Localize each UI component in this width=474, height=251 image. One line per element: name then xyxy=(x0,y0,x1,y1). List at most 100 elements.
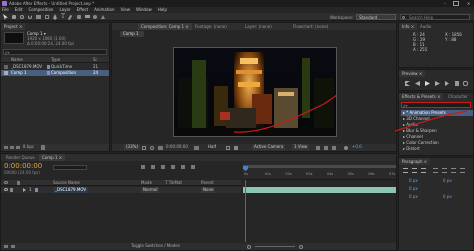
graph-editor-icon[interactable] xyxy=(191,165,195,169)
indent-first-line-field[interactable]: 0 px xyxy=(409,186,418,192)
selection-tool-icon[interactable] xyxy=(3,14,8,20)
tab-effects-presets[interactable]: Effects & Presets × xyxy=(399,93,444,100)
timeline-toggle-icon[interactable] xyxy=(324,146,328,150)
eraser-tool-icon[interactable] xyxy=(85,15,90,18)
tab-preview[interactable]: Preview × xyxy=(399,70,426,77)
zoom-out-icon[interactable] xyxy=(247,245,251,249)
loop-icon[interactable] xyxy=(463,81,468,86)
justify-all-icon[interactable] xyxy=(460,168,465,173)
col-name[interactable]: Name xyxy=(11,57,23,63)
pan-behind-tool-icon[interactable] xyxy=(45,15,49,19)
clone-tool-icon[interactable] xyxy=(77,15,81,19)
views-dropdown[interactable]: 1 View xyxy=(292,144,310,150)
composition-viewer[interactable] xyxy=(173,47,337,137)
tab-character[interactable]: Character xyxy=(445,93,471,100)
layer-parent-dropdown[interactable]: None xyxy=(201,187,216,193)
rotate-tool-icon[interactable] xyxy=(28,15,32,19)
exposure-icon[interactable] xyxy=(344,146,348,150)
project-list-row-1[interactable]: Comp 1 Composition 24 xyxy=(1,70,109,76)
expand-layer-switches-icon[interactable] xyxy=(4,245,8,248)
toggle-switches-modes[interactable]: Toggle Switches / Modes xyxy=(131,243,180,249)
layer-row[interactable]: 1 _DSC1879.MOV Normal None xyxy=(1,187,241,193)
audio-toggle-icon[interactable] xyxy=(10,188,13,192)
transparency-grid-icon[interactable] xyxy=(234,146,238,150)
visibility-eye-icon[interactable] xyxy=(4,188,8,191)
mask-icon[interactable] xyxy=(150,146,154,150)
play-icon[interactable] xyxy=(425,81,430,86)
indent-left-field[interactable]: 0 px xyxy=(409,178,418,184)
tab-composition[interactable]: Composition: Comp 1 × xyxy=(138,23,192,30)
first-frame-icon[interactable] xyxy=(405,81,410,86)
draft-3d-icon[interactable] xyxy=(151,165,155,169)
zoom-in-icon[interactable] xyxy=(299,245,303,249)
col-parent[interactable]: Parent xyxy=(201,180,214,186)
roto-brush-icon[interactable] xyxy=(93,15,97,19)
layer-label-color[interactable] xyxy=(35,188,38,192)
col-mode[interactable]: Mode xyxy=(141,180,152,186)
tab-paragraph[interactable]: Paragraph × xyxy=(399,158,431,165)
snapshot-icon[interactable] xyxy=(158,146,163,150)
tab-audio[interactable]: Audio xyxy=(417,23,434,30)
minimize-button[interactable]: – xyxy=(444,1,450,6)
fast-preview-icon[interactable] xyxy=(316,146,320,150)
resolution-dropdown[interactable]: Half xyxy=(208,144,216,150)
last-frame-icon[interactable] xyxy=(445,81,449,86)
playhead-icon[interactable] xyxy=(243,166,248,171)
frame-blending-icon[interactable] xyxy=(171,165,175,169)
grid-icon[interactable] xyxy=(142,146,146,150)
align-center-icon[interactable] xyxy=(412,168,417,173)
tab-layer[interactable]: Layer: (none) xyxy=(242,23,275,30)
timeline-search-input[interactable] xyxy=(53,165,87,170)
align-left-icon[interactable] xyxy=(403,168,408,173)
comp-flowchart-icon[interactable] xyxy=(141,165,145,169)
col-size[interactable]: Si xyxy=(93,57,97,63)
puppet-tool-icon[interactable] xyxy=(101,15,105,19)
interpret-footage-icon[interactable] xyxy=(4,146,8,149)
exposure-value[interactable]: +0.0 xyxy=(352,144,362,150)
justify-center-icon[interactable] xyxy=(442,168,447,173)
help-search-input[interactable]: Search Help xyxy=(400,14,470,20)
space-before-field[interactable]: 0 px xyxy=(409,194,418,200)
justify-left-icon[interactable] xyxy=(433,168,438,173)
project-search-input[interactable]: ρ▾ xyxy=(3,49,107,55)
col-source-name[interactable]: Source Name xyxy=(53,180,80,186)
flowchart-icon[interactable] xyxy=(332,146,336,150)
trash-icon[interactable] xyxy=(41,145,45,150)
indent-right-field[interactable]: 0 px xyxy=(443,178,452,184)
layer-name[interactable]: _DSC1879.MOV xyxy=(53,187,89,193)
tab-render-queue[interactable]: Render Queue xyxy=(3,154,38,161)
effects-list-item[interactable]: ▸ Distort xyxy=(401,146,473,152)
next-frame-icon[interactable] xyxy=(435,81,440,86)
tab-footage[interactable]: Footage: (none) xyxy=(192,23,230,30)
bpc-toggle[interactable]: 8 bpc xyxy=(23,144,34,150)
tab-project[interactable]: Project × xyxy=(1,23,26,30)
hand-tool-icon[interactable] xyxy=(12,15,16,19)
time-ruler[interactable]: 0s 01s 02s 03s 04s 05s 06s 07s xyxy=(243,162,396,180)
camera-icon[interactable] xyxy=(194,146,199,150)
timeline-zoom-slider[interactable] xyxy=(255,246,295,247)
timeline-timecode[interactable]: 0:00:00:00 xyxy=(4,162,42,170)
pen-tool-icon[interactable] xyxy=(53,14,57,20)
close-button[interactable]: × xyxy=(464,0,473,7)
viewer-timecode[interactable]: 0:00:00:00 xyxy=(166,144,188,150)
workspace-select[interactable]: Standard xyxy=(356,14,396,20)
brush-tool-icon[interactable] xyxy=(67,14,73,21)
tab-comp-1[interactable]: Comp 1 × xyxy=(39,154,66,161)
region-of-interest-icon[interactable] xyxy=(226,146,230,150)
col-type[interactable]: Type xyxy=(51,57,60,63)
layer-mode-dropdown[interactable]: Normal xyxy=(141,187,160,193)
camera-dropdown[interactable]: Active Camera xyxy=(252,144,286,150)
zoom-tool-icon[interactable] xyxy=(20,15,24,19)
motion-blur-icon[interactable] xyxy=(181,165,185,169)
shy-layers-icon[interactable] xyxy=(161,165,165,169)
previous-frame-icon[interactable] xyxy=(415,81,420,86)
audio-icon[interactable] xyxy=(455,81,459,86)
text-tool-icon[interactable]: T xyxy=(61,13,65,20)
zoom-dropdown[interactable]: (33%) xyxy=(124,144,141,150)
col-trkmat[interactable]: T TrkMat xyxy=(165,180,182,186)
maximize-button[interactable] xyxy=(453,1,459,6)
new-folder-icon[interactable] xyxy=(10,146,14,149)
comp-breadcrumb[interactable]: Comp 1 xyxy=(120,31,144,37)
tab-info[interactable]: Info × xyxy=(399,23,418,30)
camera-tool-icon[interactable] xyxy=(36,15,41,19)
